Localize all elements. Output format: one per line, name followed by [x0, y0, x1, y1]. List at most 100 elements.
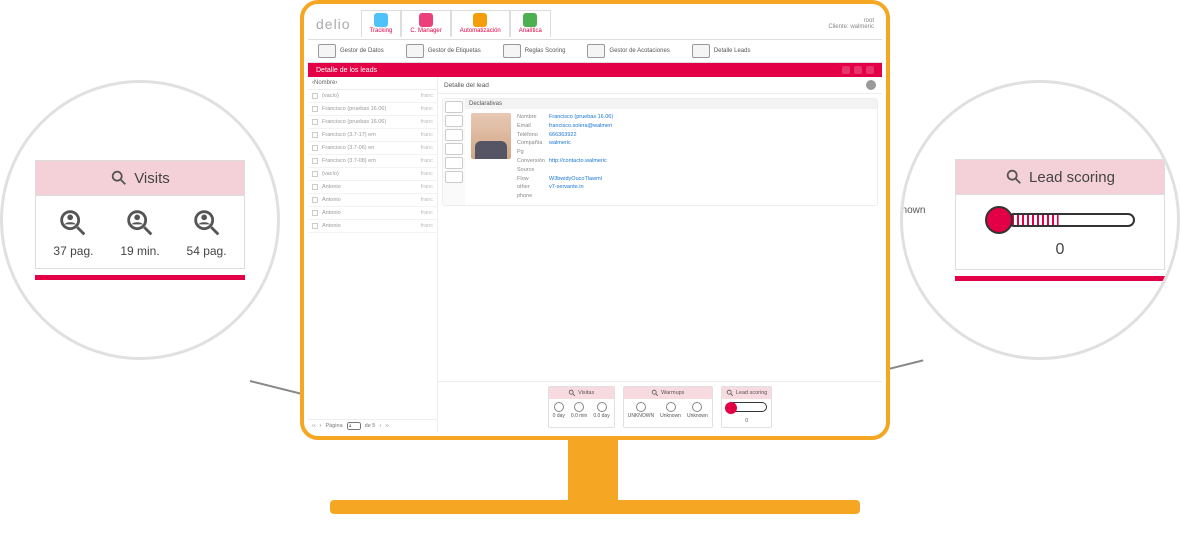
checkbox[interactable]	[312, 158, 318, 164]
side-icon[interactable]	[445, 101, 463, 113]
brand-logo: delio	[316, 16, 351, 32]
widget-title: Lead scoring	[736, 390, 768, 396]
close-icon[interactable]	[866, 66, 874, 74]
ribbon-label: Gestor de Datos	[340, 48, 384, 54]
list-header[interactable]: ‹ Nombre ›	[308, 77, 437, 90]
list-row[interactable]: Francisco (3.7-06) enfranc	[308, 142, 437, 155]
checkbox[interactable]	[312, 210, 318, 216]
ribbon-detalle-leads[interactable]: Detalle Leads	[692, 44, 751, 58]
list-row[interactable]: (vacío)franc	[308, 168, 437, 181]
accent-strip	[955, 276, 1165, 281]
person-magnifier-icon	[123, 206, 157, 240]
side-icon[interactable]	[445, 157, 463, 169]
visits-stat: 54 pag.	[187, 206, 227, 258]
footer-widgets: Visitas 0 day 0.0 min 0.0 day Warmups UN…	[438, 381, 882, 432]
callout-visits-header: Visits	[35, 160, 245, 196]
field-label: Source	[517, 166, 549, 175]
app-window: delio Tracking C. Manager Automatización…	[308, 8, 882, 432]
lead-card: Declarativas NombreFrancisco (pruebas 16…	[442, 98, 878, 206]
thermometer-icon	[727, 402, 767, 412]
card-icon	[318, 44, 336, 58]
checkbox[interactable]	[312, 132, 318, 138]
checkbox[interactable]	[312, 145, 318, 151]
list-row[interactable]: Antoniofranc	[308, 207, 437, 220]
tab-analytics[interactable]: Analítica	[510, 10, 551, 37]
row-label: Francisco (3.7-06) en	[322, 145, 374, 151]
list-row[interactable]: Antoniofranc	[308, 194, 437, 207]
checkbox[interactable]	[312, 93, 318, 99]
paginator-of: de 5	[365, 423, 376, 429]
avatar	[471, 113, 511, 159]
side-icon[interactable]	[445, 129, 463, 141]
row-label: Antonio	[322, 210, 341, 216]
widget-title: Warmups	[661, 390, 684, 396]
tab-automation[interactable]: Automatización	[451, 10, 510, 37]
ribbon-gestor-acotaciones[interactable]: Gestor de Acotaciones	[587, 44, 669, 58]
field-label: Flow	[517, 175, 549, 184]
field-value: walmeric	[549, 140, 571, 146]
row-label: (vacío)	[322, 93, 339, 99]
ribbon-label: Reglas Scoring	[525, 48, 566, 54]
list-row[interactable]: Francisco (pruebas 16.06)franc	[308, 116, 437, 129]
callout-scoring: nknown Lead scoring 0	[900, 80, 1180, 360]
panel-header: Detalle de los leads	[308, 63, 882, 77]
tab-tracking[interactable]: Tracking	[361, 10, 402, 37]
ribbon-label: Gestor de Acotaciones	[609, 48, 669, 54]
field-value: 666363922	[549, 132, 577, 138]
visits-stat: 37 pag.	[53, 206, 93, 258]
minimize-icon[interactable]	[842, 66, 850, 74]
user-info: root Cliente: walmeric	[828, 18, 874, 30]
mini-value: UNKNOWN	[628, 413, 654, 419]
detail-header: Detalle del lead	[438, 77, 882, 94]
tab-label: C. Manager	[410, 28, 441, 34]
ribbon-gestor-datos[interactable]: Gestor de Datos	[318, 44, 384, 58]
partial-label: nknown	[900, 205, 925, 216]
magnifier-icon	[651, 389, 659, 397]
tab-label: Tracking	[370, 28, 393, 34]
tab-cmanager[interactable]: C. Manager	[401, 10, 450, 37]
paginator[interactable]: ‹‹‹ Página de 5 ›››	[308, 419, 437, 432]
pin-icon	[374, 13, 388, 27]
magnifier-icon	[692, 44, 710, 58]
callout-scoring-header: Lead scoring	[955, 159, 1165, 195]
checkbox[interactable]	[312, 197, 318, 203]
close-icon[interactable]	[866, 80, 876, 90]
checkbox[interactable]	[312, 223, 318, 229]
chart-icon	[523, 13, 537, 27]
list-row[interactable]: Francisco (pruebas 16.06)franc	[308, 103, 437, 116]
person-magnifier-icon	[597, 402, 607, 412]
list-row[interactable]: Antoniofranc	[308, 181, 437, 194]
tree-icon	[473, 13, 487, 27]
side-icon[interactable]	[445, 143, 463, 155]
list-row[interactable]: Francisco (3.7-17) emfranc	[308, 129, 437, 142]
page-input[interactable]	[347, 422, 361, 430]
side-icon[interactable]	[445, 115, 463, 127]
ribbon-reglas-scoring[interactable]: Reglas Scoring	[503, 44, 566, 58]
list-row[interactable]: Francisco (3.7-08) emfranc	[308, 155, 437, 168]
mini-value: Unknown	[687, 413, 708, 419]
checkbox[interactable]	[312, 171, 318, 177]
person-magnifier-icon	[692, 402, 702, 412]
person-magnifier-icon	[574, 402, 584, 412]
widget-warmups: Warmups UNKNOWN Unknown Unknown	[623, 386, 713, 428]
list-row[interactable]: Antoniofranc	[308, 220, 437, 233]
restore-icon[interactable]	[854, 66, 862, 74]
list-row[interactable]: (vacío)franc	[308, 90, 437, 103]
target-icon	[503, 44, 521, 58]
magnifier-icon	[110, 169, 128, 187]
tag-icon	[406, 44, 424, 58]
widget-visits: Visitas 0 day 0.0 min 0.0 day	[548, 386, 615, 428]
checkbox[interactable]	[312, 184, 318, 190]
row-label: (vacío)	[322, 171, 339, 177]
users-icon	[419, 13, 433, 27]
visits-stat-value: 19 min.	[120, 244, 159, 258]
row-label: Francisco (3.7-08) em	[322, 158, 376, 164]
ribbon-gestor-etiquetas[interactable]: Gestor de Etiquetas	[406, 44, 481, 58]
side-icon[interactable]	[445, 171, 463, 183]
field-label: Email	[517, 122, 549, 131]
ribbon-label: Gestor de Etiquetas	[428, 48, 481, 54]
checkbox[interactable]	[312, 106, 318, 112]
checkbox[interactable]	[312, 119, 318, 125]
person-magnifier-icon	[190, 206, 224, 240]
accent-strip	[35, 275, 245, 280]
